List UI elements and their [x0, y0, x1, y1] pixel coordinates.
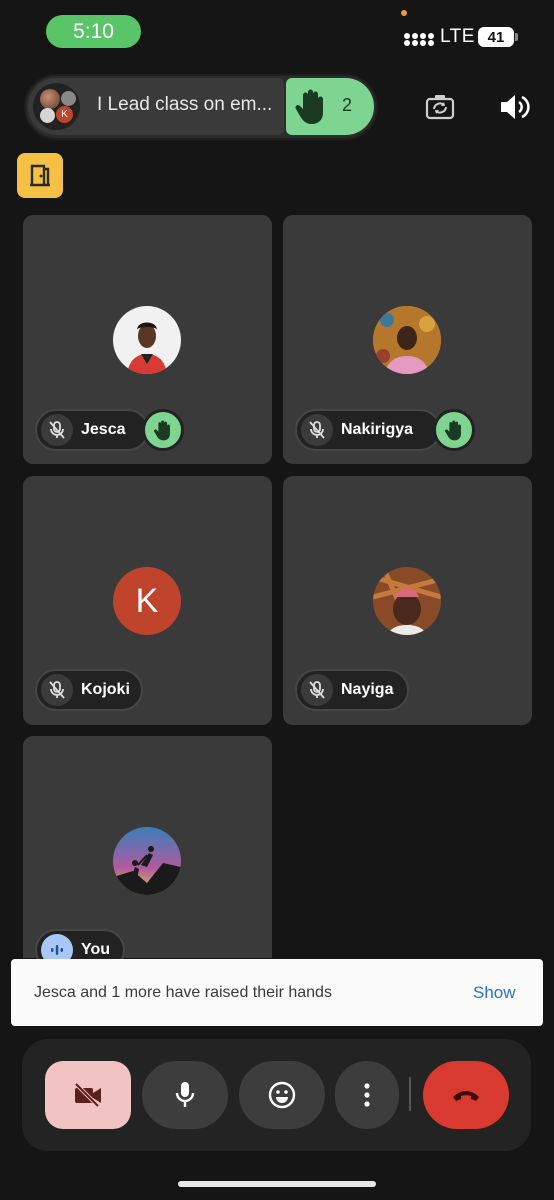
- breakout-exit-button[interactable]: [17, 153, 63, 198]
- avatar: [61, 91, 76, 106]
- participant-name: Nakirigya: [341, 421, 414, 438]
- avatar: [40, 108, 55, 123]
- participant-name-pill: Nakirigya: [295, 409, 441, 451]
- participant-name: Kojoki: [81, 681, 130, 698]
- battery-nub: [515, 33, 518, 41]
- speaker-icon[interactable]: [498, 92, 530, 122]
- hand-raised-badge: [433, 409, 475, 451]
- mic-icon: [175, 1082, 195, 1107]
- avatar: K: [56, 106, 73, 123]
- end-call-icon: [453, 1091, 479, 1101]
- avatar: [113, 827, 181, 895]
- toast-message: Jesca and 1 more have raised their hands: [34, 984, 332, 1001]
- participant-name: You: [81, 941, 111, 958]
- camera-toggle-button[interactable]: [45, 1061, 131, 1129]
- mic-off-icon: [301, 414, 333, 446]
- raised-hands-count: 2: [342, 95, 353, 115]
- raised-hand-icon: [445, 420, 461, 441]
- participant-name-pill: Nayiga: [295, 669, 409, 711]
- avatar: [113, 306, 181, 374]
- emoji-icon: [268, 1081, 296, 1109]
- end-call-button[interactable]: [423, 1061, 509, 1129]
- home-indicator[interactable]: [178, 1181, 376, 1187]
- mic-off-icon: [41, 674, 73, 706]
- door-icon: [30, 164, 50, 187]
- hand-raised-badge: [142, 409, 184, 451]
- raised-hand-icon: [295, 89, 323, 124]
- participant-name: Jesca: [81, 421, 126, 438]
- avatar: [373, 306, 441, 374]
- avatar: [40, 89, 60, 109]
- network-type: LTE: [440, 26, 475, 47]
- mic-off-icon: [41, 414, 73, 446]
- camera-switch-icon[interactable]: [424, 91, 456, 123]
- camera-off-icon: [74, 1082, 101, 1108]
- signal-icon: [404, 33, 434, 46]
- toast-show-button[interactable]: Show: [473, 983, 516, 1003]
- privacy-indicator-dot: [401, 10, 407, 16]
- participant-name-pill: Kojoki: [35, 669, 143, 711]
- more-vert-icon: [364, 1083, 370, 1107]
- more-options-button[interactable]: [335, 1061, 399, 1129]
- battery-indicator: 41: [478, 27, 514, 47]
- participant-name-pill: Jesca: [35, 409, 149, 451]
- controls-divider: [409, 1077, 411, 1111]
- reactions-button[interactable]: [239, 1061, 325, 1129]
- raised-hand-icon: [154, 420, 170, 441]
- avatar: K: [113, 567, 181, 635]
- avatar: [373, 567, 441, 635]
- mic-toggle-button[interactable]: [142, 1061, 228, 1129]
- status-time: 5:10: [46, 15, 141, 48]
- participant-name: Nayiga: [341, 681, 394, 698]
- meeting-title: I Lead class on em...: [97, 94, 273, 115]
- mic-off-icon: [301, 674, 333, 706]
